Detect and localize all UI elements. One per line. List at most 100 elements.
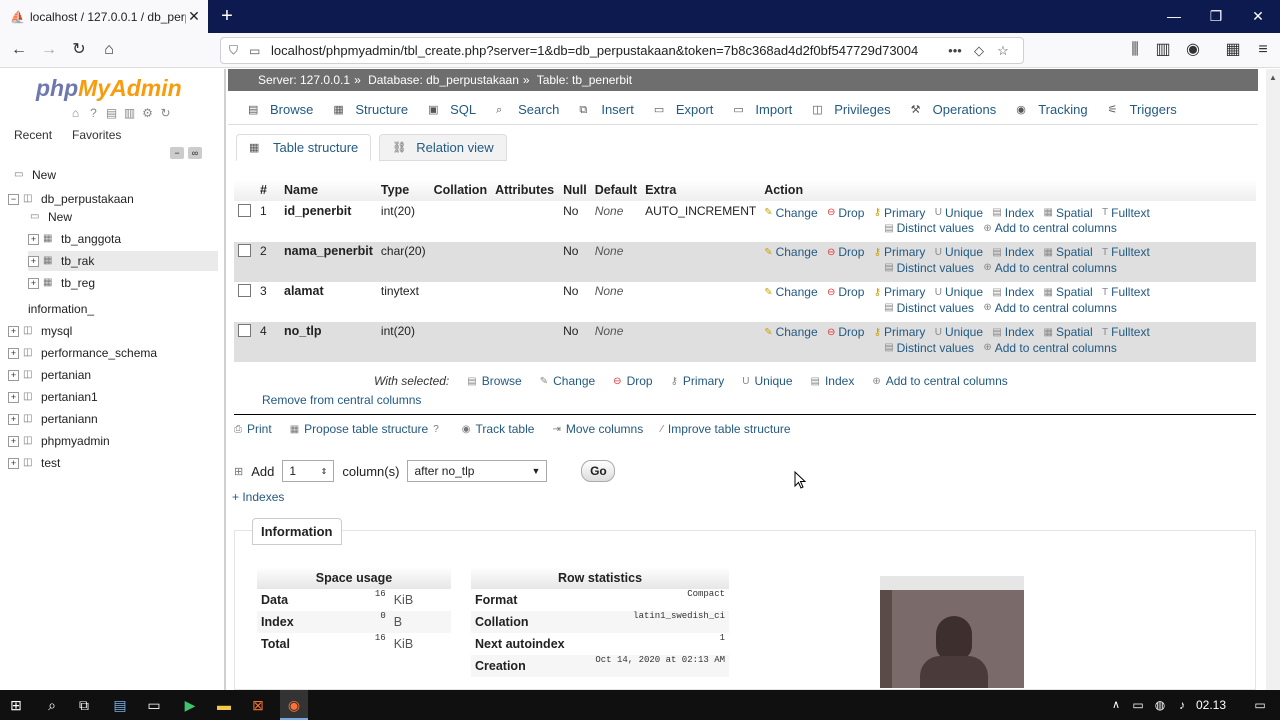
distinct-values-link[interactable]: ▤ Distinct values bbox=[884, 261, 974, 275]
page-info-icon[interactable]: ▭ bbox=[249, 44, 267, 58]
breadcrumb-server[interactable]: Server: 127.0.0.1 bbox=[258, 73, 350, 87]
page-scrollbar[interactable]: ▲ bbox=[1266, 69, 1280, 690]
expand-icon[interactable]: + bbox=[28, 255, 39, 267]
notepad-icon[interactable]: ▤ bbox=[108, 694, 132, 716]
scroll-up-icon[interactable]: ▲ bbox=[1269, 73, 1277, 85]
clock[interactable]: 02.13 bbox=[1196, 690, 1226, 720]
drop-link[interactable]: ⊖ Drop bbox=[827, 325, 864, 339]
docs-icon[interactable]: ▤ bbox=[104, 106, 119, 121]
print-link[interactable]: ⎙ Print bbox=[234, 422, 272, 436]
distinct-values-link[interactable]: ▤ Distinct values bbox=[884, 301, 974, 315]
propose-structure-link[interactable]: ▦ Propose table structure? bbox=[290, 422, 444, 436]
move-columns-link[interactable]: ⇥ Move columns bbox=[552, 422, 643, 436]
home-icon[interactable]: ⌂ bbox=[96, 38, 122, 62]
column-count-input[interactable]: 1 ⇕ bbox=[282, 460, 335, 482]
tab-table-structure[interactable]: ▦ Table structure bbox=[236, 134, 372, 161]
reload-nav-icon[interactable]: ↻ bbox=[158, 106, 173, 121]
primary-link[interactable]: ⚷ Primary bbox=[874, 285, 926, 299]
minimize-icon[interactable]: — bbox=[1152, 0, 1196, 33]
distinct-values-link[interactable]: ▤ Distinct values bbox=[884, 341, 974, 355]
tree-item-tb-reg[interactable]: + ▦ tb_reg bbox=[28, 273, 95, 293]
url-text[interactable]: localhost/phpmyadmin/tbl_create.php?serv… bbox=[271, 43, 943, 58]
link-icon[interactable]: ∞ bbox=[188, 147, 202, 159]
close-tab-icon[interactable]: ✕ bbox=[186, 8, 202, 25]
row-checkbox[interactable] bbox=[238, 283, 251, 297]
volume-icon[interactable]: ♪ bbox=[1170, 694, 1194, 716]
firefox-icon[interactable]: ◉ bbox=[282, 694, 306, 716]
spatial-link[interactable]: ▦ Spatial bbox=[1044, 206, 1093, 220]
primary-link[interactable]: ⚷ Primary bbox=[874, 325, 926, 339]
forward-icon[interactable]: → bbox=[36, 38, 62, 62]
collapse-all-icon[interactable]: − bbox=[170, 147, 184, 159]
breadcrumb-table[interactable]: Table: tb_penerbit bbox=[537, 73, 632, 87]
bulk-browse-link[interactable]: ▤ Browse bbox=[467, 374, 521, 388]
improve-structure-link[interactable]: ⁄ Improve table structure bbox=[661, 422, 790, 436]
search-icon[interactable]: ⌕ bbox=[40, 694, 64, 716]
expand-icon[interactable]: + bbox=[8, 413, 19, 425]
change-link[interactable]: ✎ Change bbox=[764, 325, 817, 339]
help-icon[interactable]: ? bbox=[433, 424, 439, 435]
distinct-values-link[interactable]: ▤ Distinct values bbox=[884, 221, 974, 235]
bulk-primary-link[interactable]: ⚷ Primary bbox=[671, 374, 725, 388]
unique-link[interactable]: U Unique bbox=[935, 325, 983, 339]
add-central-link[interactable]: ⊕ Add to central columns bbox=[983, 261, 1116, 275]
expand-icon[interactable]: + bbox=[28, 233, 39, 245]
expand-icon[interactable]: + bbox=[28, 277, 39, 289]
bulk-add-central-link[interactable]: ⊕ Add to central columns bbox=[872, 374, 1007, 388]
home-icon[interactable]: ⌂ bbox=[68, 106, 83, 121]
pocket-icon[interactable]: ◇ bbox=[967, 43, 991, 59]
breadcrumb-database[interactable]: Database: db_perpustakaan bbox=[368, 73, 519, 87]
tab-browse[interactable]: ▤ Browse bbox=[238, 98, 323, 121]
tab-privileges[interactable]: ◫ Privileges bbox=[802, 98, 900, 121]
fulltext-link[interactable]: T Fulltext bbox=[1102, 285, 1150, 299]
tree-item-pertaniann[interactable]: + ◫ pertaniann bbox=[8, 409, 98, 429]
add-central-link[interactable]: ⊕ Add to central columns bbox=[983, 301, 1116, 315]
bulk-remove-central-link[interactable]: Remove from central columns bbox=[262, 391, 421, 409]
restore-icon[interactable]: ❐ bbox=[1194, 0, 1238, 33]
fulltext-link[interactable]: T Fulltext bbox=[1102, 245, 1150, 259]
sql-docs-icon[interactable]: ▥ bbox=[122, 106, 137, 121]
more-actions-icon[interactable]: ••• bbox=[943, 43, 967, 58]
tab-search[interactable]: ⌕ Search bbox=[486, 98, 569, 121]
spatial-link[interactable]: ▦ Spatial bbox=[1044, 285, 1093, 299]
tree-item-tb-anggota[interactable]: + ▦ tb_anggota bbox=[28, 229, 121, 249]
row-checkbox[interactable] bbox=[238, 243, 251, 257]
drop-link[interactable]: ⊖ Drop bbox=[827, 285, 864, 299]
expand-icon[interactable]: + bbox=[8, 347, 19, 359]
tab-export[interactable]: ▭ Export bbox=[644, 98, 724, 121]
unique-link[interactable]: U Unique bbox=[935, 206, 983, 220]
unique-link[interactable]: U Unique bbox=[935, 285, 983, 299]
bulk-unique-link[interactable]: U Unique bbox=[742, 374, 792, 388]
favorites-tab[interactable]: Favorites bbox=[66, 127, 127, 143]
terminal-icon[interactable]: ▭ bbox=[142, 694, 166, 716]
media-icon[interactable]: ▶ bbox=[178, 694, 202, 716]
tree-item-performance-schema[interactable]: + ◫ performance_schema bbox=[8, 343, 157, 363]
spatial-link[interactable]: ▦ Spatial bbox=[1044, 245, 1093, 259]
information-tab[interactable]: Information bbox=[252, 518, 342, 545]
recent-tab[interactable]: Recent bbox=[8, 127, 58, 143]
track-table-link[interactable]: ◉ Track table bbox=[462, 422, 535, 436]
windows-start-icon[interactable]: ⊞ bbox=[4, 694, 28, 716]
bulk-index-link[interactable]: ▤ Index bbox=[811, 374, 855, 388]
drop-link[interactable]: ⊖ Drop bbox=[827, 245, 864, 259]
tree-item-phpmyadmin[interactable]: + ◫ phpmyadmin bbox=[8, 431, 110, 451]
account-icon[interactable]: ◉ bbox=[1180, 38, 1206, 62]
new-tab-button[interactable]: + bbox=[216, 4, 238, 28]
index-link[interactable]: ▤ Index bbox=[992, 206, 1034, 220]
file-explorer-icon[interactable]: ▬ bbox=[212, 694, 236, 716]
tab-sql[interactable]: ▣ SQL bbox=[418, 98, 486, 121]
expand-icon[interactable]: + bbox=[8, 435, 19, 447]
bulk-change-link[interactable]: ✎ Change bbox=[540, 374, 595, 388]
index-link[interactable]: ▤ Index bbox=[992, 285, 1034, 299]
phpmyadmin-logo[interactable]: phpMyAdmin bbox=[36, 75, 182, 102]
expand-icon[interactable]: + bbox=[8, 369, 19, 381]
task-view-icon[interactable]: ⧉ bbox=[72, 694, 96, 716]
spatial-link[interactable]: ▦ Spatial bbox=[1044, 325, 1093, 339]
tab-operations[interactable]: ⚒ Operations bbox=[901, 98, 1007, 121]
add-central-link[interactable]: ⊕ Add to central columns bbox=[983, 221, 1116, 235]
bulk-drop-link[interactable]: ⊖ Drop bbox=[613, 374, 652, 388]
language-icon[interactable]: ◍ bbox=[1148, 694, 1172, 716]
change-link[interactable]: ✎ Change bbox=[764, 285, 817, 299]
tab-relation-view[interactable]: ⛓ Relation view bbox=[379, 134, 507, 161]
tree-item-pertanian[interactable]: + ◫ pertanian bbox=[8, 365, 91, 385]
